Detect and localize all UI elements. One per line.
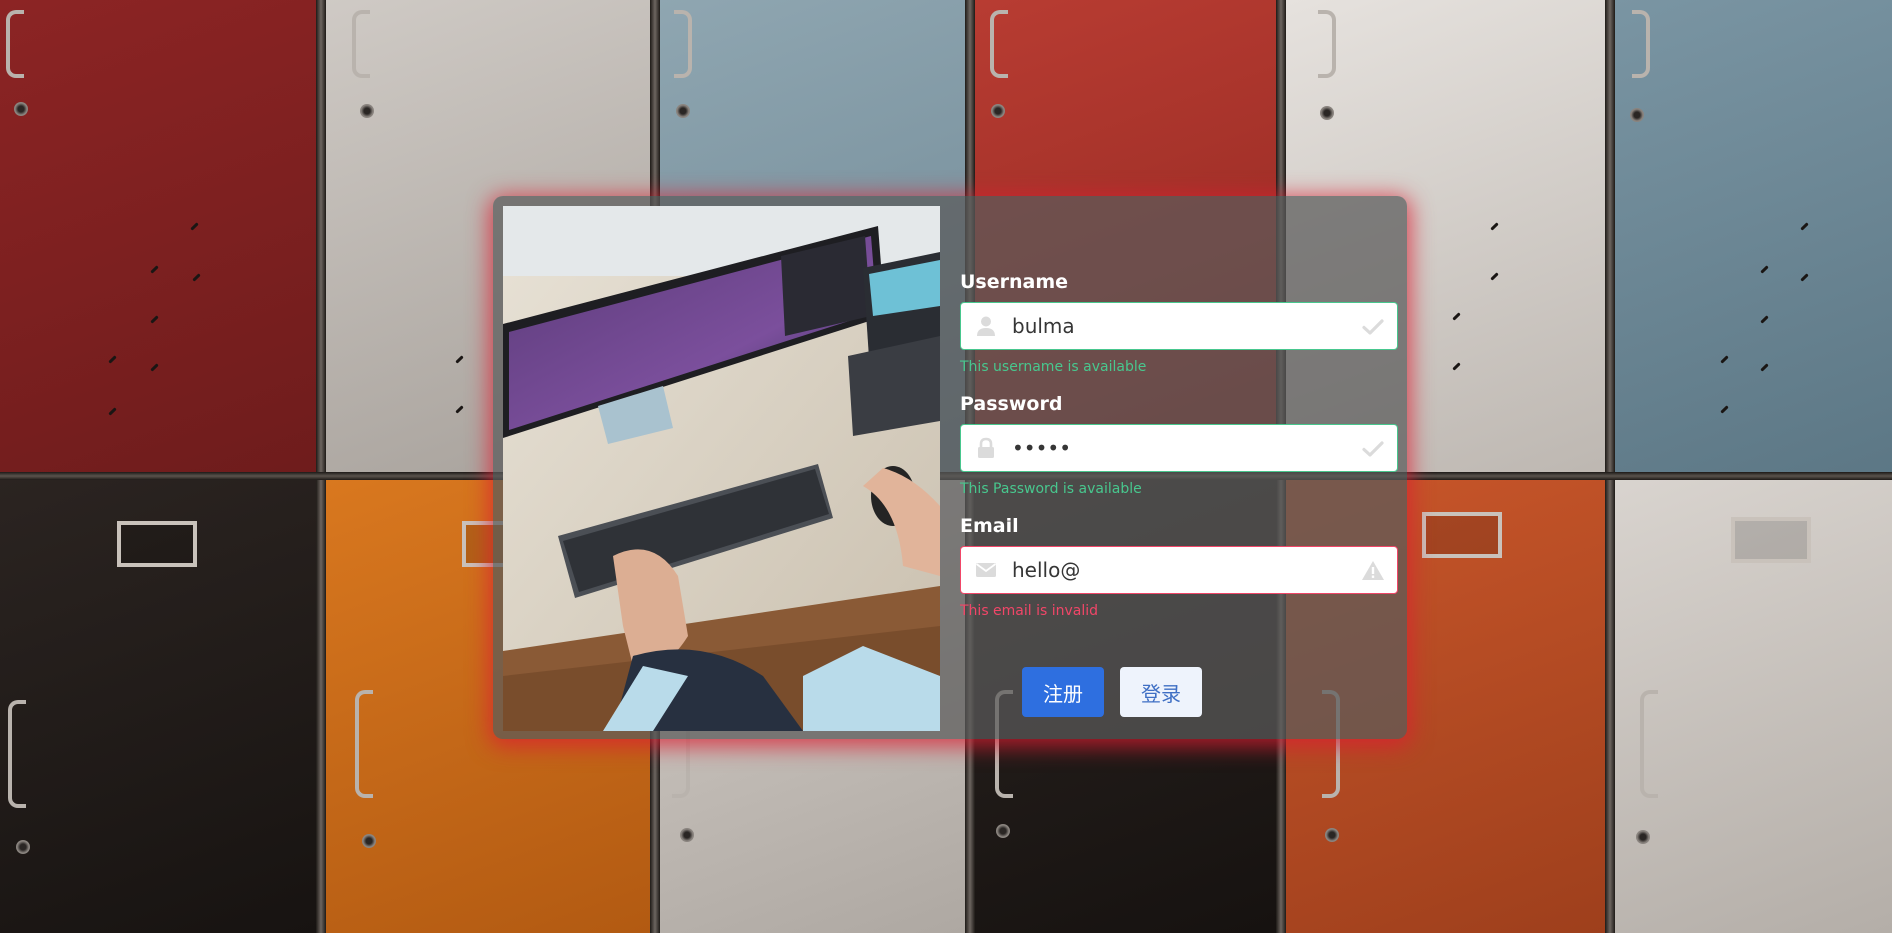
username-input[interactable] xyxy=(961,303,1397,349)
locker-handle xyxy=(990,10,1008,78)
locker-seam xyxy=(316,0,326,933)
locker-handle xyxy=(1318,10,1336,78)
locker-lock xyxy=(360,104,374,118)
password-label: Password xyxy=(960,393,1063,415)
register-card: Username This username is available Pass… xyxy=(493,196,1407,739)
locker-handle xyxy=(674,10,692,78)
username-label: Username xyxy=(960,271,1069,293)
locker-seam xyxy=(1605,0,1615,933)
locker-lock xyxy=(680,828,694,842)
locker-lock xyxy=(1325,828,1339,842)
locker-handle xyxy=(1632,10,1650,78)
username-help: This username is available xyxy=(960,359,1147,375)
locker-door xyxy=(1610,0,1892,478)
locker-label-plate xyxy=(1422,512,1502,558)
email-input[interactable] xyxy=(961,547,1397,593)
locker-lock xyxy=(362,834,376,848)
email-help: This email is invalid xyxy=(960,603,1099,619)
check-icon xyxy=(1362,319,1384,335)
locker-handle xyxy=(8,700,26,808)
login-button[interactable]: 登录 xyxy=(1120,667,1202,717)
locker-lock xyxy=(14,102,28,116)
register-button[interactable]: 注册 xyxy=(1022,667,1104,717)
locker-label-plate xyxy=(1731,517,1811,563)
email-label: Email xyxy=(960,515,1019,537)
workspace-photo xyxy=(503,206,940,731)
password-field xyxy=(960,424,1398,472)
locker-lock xyxy=(1630,108,1644,122)
username-field xyxy=(960,302,1398,350)
locker-lock xyxy=(996,824,1010,838)
password-input[interactable] xyxy=(961,425,1397,471)
locker-door xyxy=(0,0,320,478)
locker-handle xyxy=(1640,690,1658,798)
form-actions: 注册 登录 xyxy=(1022,667,1202,717)
locker-label-plate xyxy=(117,521,197,567)
locker-handle xyxy=(355,690,373,798)
warning-icon xyxy=(1362,561,1384,580)
locker-lock xyxy=(16,840,30,854)
workspace-illustration xyxy=(503,206,940,731)
register-form: Username This username is available Pass… xyxy=(960,268,1398,717)
locker-lock xyxy=(1320,106,1334,120)
locker-lock xyxy=(991,104,1005,118)
email-field xyxy=(960,546,1398,594)
locker-handle xyxy=(6,10,24,78)
locker-handle xyxy=(352,10,370,78)
password-help: This Password is available xyxy=(960,481,1142,497)
check-icon xyxy=(1362,441,1384,457)
locker-lock xyxy=(676,104,690,118)
locker-lock xyxy=(1636,830,1650,844)
